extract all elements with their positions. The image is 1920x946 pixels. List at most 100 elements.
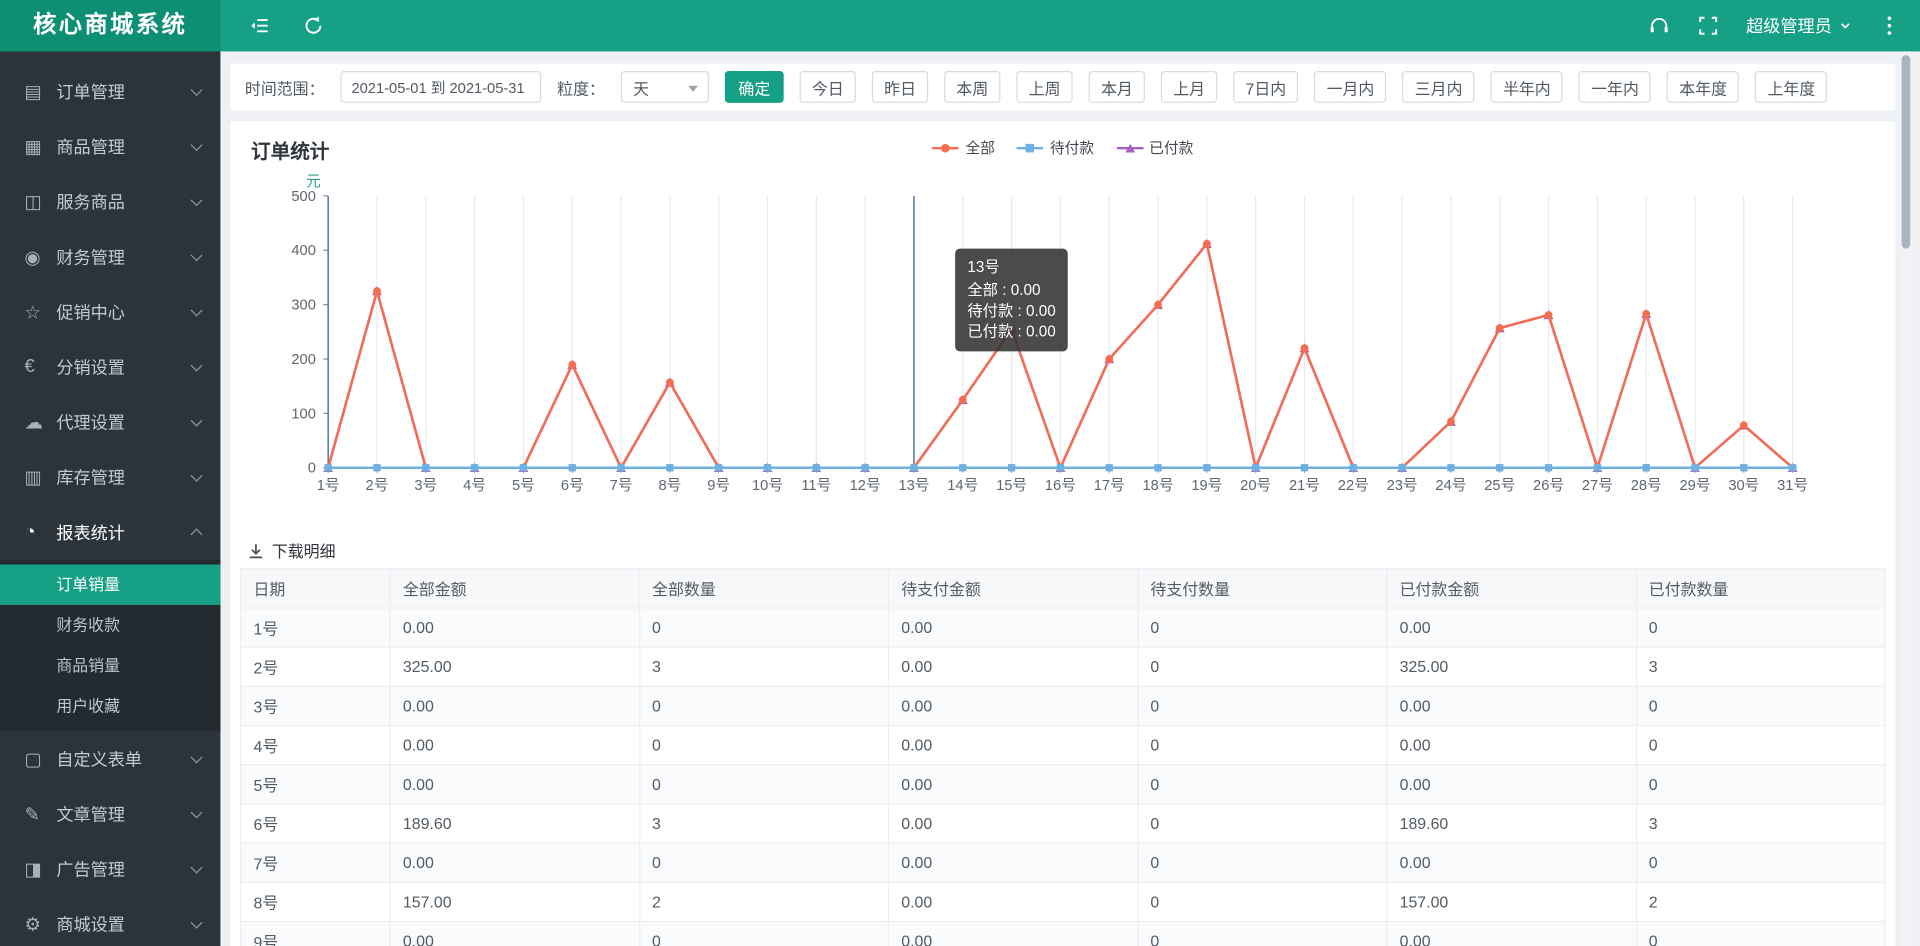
quick-range-button-12[interactable]: 上年度 bbox=[1755, 71, 1828, 103]
quick-range-button-8[interactable]: 三月内 bbox=[1402, 71, 1475, 103]
inventory-management-icon: ▥ bbox=[24, 467, 42, 488]
sidebar-item-11[interactable]: ◨ 广告管理 bbox=[0, 841, 220, 896]
granularity-label: 粒度： bbox=[557, 78, 605, 98]
page-scrollbar-track[interactable] bbox=[1900, 51, 1912, 946]
table-cell: 0.00 bbox=[887, 764, 1139, 805]
table-row: 2号 325.00 3 0.00 0 325.00 3 bbox=[240, 646, 1886, 687]
quick-range-button-10[interactable]: 一年内 bbox=[1578, 71, 1652, 103]
table-row: 4号 0.00 0 0.00 0 0.00 0 bbox=[240, 724, 1886, 766]
confirm-button[interactable]: 确定 bbox=[724, 71, 784, 103]
sidebar-item-label: 促销中心 bbox=[56, 301, 125, 322]
distribution-settings-icon: € bbox=[24, 356, 35, 378]
table-cell: 1号 bbox=[240, 607, 391, 648]
table-cell: 0 bbox=[1136, 764, 1388, 805]
headset-icon[interactable] bbox=[1648, 15, 1670, 37]
svg-text:15号: 15号 bbox=[996, 478, 1027, 494]
date-range-input[interactable] bbox=[340, 71, 542, 103]
table-cell: 325.00 bbox=[389, 646, 640, 687]
menu-fold-icon[interactable] bbox=[249, 15, 271, 37]
table-cell: 325.00 bbox=[1386, 646, 1637, 687]
table-cell: 5号 bbox=[240, 764, 391, 805]
table-cell: 0 bbox=[1136, 685, 1388, 727]
table-header-row: 日期 全部金额 全部数量 待支付金额 待支付数量 已付款金额 已付款数量 bbox=[240, 568, 1886, 609]
sidebar-subitem-3[interactable]: 用户收藏 bbox=[0, 686, 220, 726]
quick-range-button-0[interactable]: 今日 bbox=[799, 71, 856, 103]
table-cell: 0 bbox=[638, 842, 889, 883]
stats-table: 日期 全部金额 全部数量 待支付金额 待支付数量 已付款金额 已付款数量 1号 0.00 0 0.… bbox=[240, 568, 1886, 946]
sidebar-item-10[interactable]: ✎ 文章管理 bbox=[0, 786, 220, 841]
sidebar-item-6[interactable]: ☁ 代理设置 bbox=[0, 394, 220, 449]
time-range-label: 时间范围： bbox=[244, 78, 325, 98]
sidebar-item-5[interactable]: € 分销设置 bbox=[0, 339, 220, 394]
quick-range-button-9[interactable]: 半年内 bbox=[1490, 71, 1563, 103]
sidebar-subitem-2[interactable]: 商品销量 bbox=[0, 645, 220, 685]
sidebar-item-label: 财务管理 bbox=[56, 246, 125, 267]
table-cell: 0.00 bbox=[1386, 920, 1637, 946]
svg-text:27号: 27号 bbox=[1582, 478, 1613, 494]
svg-text:元: 元 bbox=[306, 174, 321, 190]
refresh-icon[interactable] bbox=[302, 15, 324, 37]
quick-range-button-7[interactable]: 一月内 bbox=[1314, 71, 1387, 103]
download-details-link[interactable]: 下载明细 bbox=[246, 539, 336, 562]
sidebar-item-label: 订单管理 bbox=[56, 81, 125, 102]
sidebar-item-8[interactable]: ◔ 报表统计 bbox=[0, 504, 220, 559]
quick-range-button-3[interactable]: 上周 bbox=[1016, 71, 1073, 103]
stats-table-wrap: 日期 全部金额 全部数量 待支付金额 待支付数量 已付款金额 已付款数量 1号 0.00 0 0.… bbox=[240, 568, 1886, 946]
table-cell: 0 bbox=[1635, 842, 1886, 883]
top-header: 核心商城系统 超级管理员 bbox=[0, 0, 1920, 52]
kebab-menu-icon[interactable] bbox=[1878, 15, 1900, 37]
granularity-select[interactable]: 天 bbox=[620, 71, 710, 103]
table-cell: 0.00 bbox=[389, 685, 640, 727]
table-cell: 0.00 bbox=[887, 607, 1139, 648]
sidebar-item-label: 分销设置 bbox=[56, 356, 125, 377]
legend-marker-icon bbox=[1116, 143, 1144, 152]
legend-item-2[interactable]: 已付款 bbox=[1116, 137, 1193, 158]
table-cell: 0 bbox=[1136, 920, 1388, 946]
sidebar-item-7[interactable]: ▥ 库存管理 bbox=[0, 449, 220, 504]
sidebar-item-1[interactable]: ▦ 商品管理 bbox=[0, 119, 220, 174]
quick-range-button-2[interactable]: 本周 bbox=[944, 71, 1001, 103]
sidebar-item-9[interactable]: ▢ 自定义表单 bbox=[0, 731, 220, 786]
quick-range-button-11[interactable]: 本年度 bbox=[1667, 71, 1740, 103]
sidebar-item-3[interactable]: ◉ 财务管理 bbox=[0, 229, 220, 284]
table-cell: 0.00 bbox=[389, 724, 640, 766]
svg-text:22号: 22号 bbox=[1338, 478, 1369, 494]
fullscreen-icon[interactable] bbox=[1697, 15, 1719, 37]
user-menu[interactable]: 超级管理员 bbox=[1746, 13, 1851, 37]
sidebar-item-label: 文章管理 bbox=[56, 803, 125, 824]
table-cell: 3 bbox=[638, 803, 889, 844]
svg-text:30号: 30号 bbox=[1728, 478, 1759, 494]
sidebar-subitem-0[interactable]: 订单销量 bbox=[0, 564, 221, 605]
sidebar-subitem-1[interactable]: 财务收款 bbox=[0, 605, 220, 645]
report-statistics-icon: ◔ bbox=[24, 521, 36, 543]
agent-settings-icon: ☁ bbox=[24, 412, 43, 433]
table-row: 6号 189.60 3 0.00 0 189.60 3 bbox=[240, 803, 1886, 844]
svg-text:26号: 26号 bbox=[1533, 478, 1564, 494]
table-cell: 2 bbox=[1635, 881, 1886, 923]
sidebar-item-label: 商城设置 bbox=[56, 914, 125, 934]
table-cell: 0.00 bbox=[887, 724, 1139, 766]
chevron-down-icon bbox=[190, 138, 203, 151]
page-scrollbar-thumb[interactable] bbox=[1901, 55, 1911, 249]
table-cell: 157.00 bbox=[1386, 881, 1637, 923]
legend-item-0[interactable]: 全部 bbox=[932, 137, 995, 158]
sidebar-item-2[interactable]: ◫ 服务商品 bbox=[0, 174, 220, 229]
quick-range-button-1[interactable]: 昨日 bbox=[871, 71, 929, 103]
table-cell: 0 bbox=[1635, 607, 1886, 648]
finance-management-icon: ◉ bbox=[24, 246, 41, 268]
sidebar-item-4[interactable]: ☆ 促销中心 bbox=[0, 284, 220, 339]
download-icon bbox=[249, 543, 263, 558]
quick-range-button-5[interactable]: 上月 bbox=[1160, 71, 1218, 103]
table-cell: 3号 bbox=[240, 685, 391, 727]
table-cell: 3 bbox=[1635, 646, 1886, 687]
quick-range-button-4[interactable]: 本月 bbox=[1088, 71, 1146, 103]
legend-item-1[interactable]: 待付款 bbox=[1016, 137, 1094, 158]
sidebar-item-0[interactable]: ▤ 订单管理 bbox=[0, 64, 220, 119]
svg-text:18号: 18号 bbox=[1143, 478, 1174, 494]
table-row: 5号 0.00 0 0.00 0 0.00 0 bbox=[240, 764, 1886, 805]
sidebar-item-12[interactable]: ⚙ 商城设置 bbox=[0, 896, 220, 946]
quick-range-button-6[interactable]: 7日内 bbox=[1233, 71, 1299, 103]
sidebar-item-label: 服务商品 bbox=[56, 191, 125, 212]
legend-marker-icon bbox=[1016, 143, 1044, 152]
quick-range-buttons: 今日 昨日 本周 上周 本月 上月 7日内 一月内 三月内 半年内 一年内 本年度 上年度 bbox=[799, 71, 1828, 103]
